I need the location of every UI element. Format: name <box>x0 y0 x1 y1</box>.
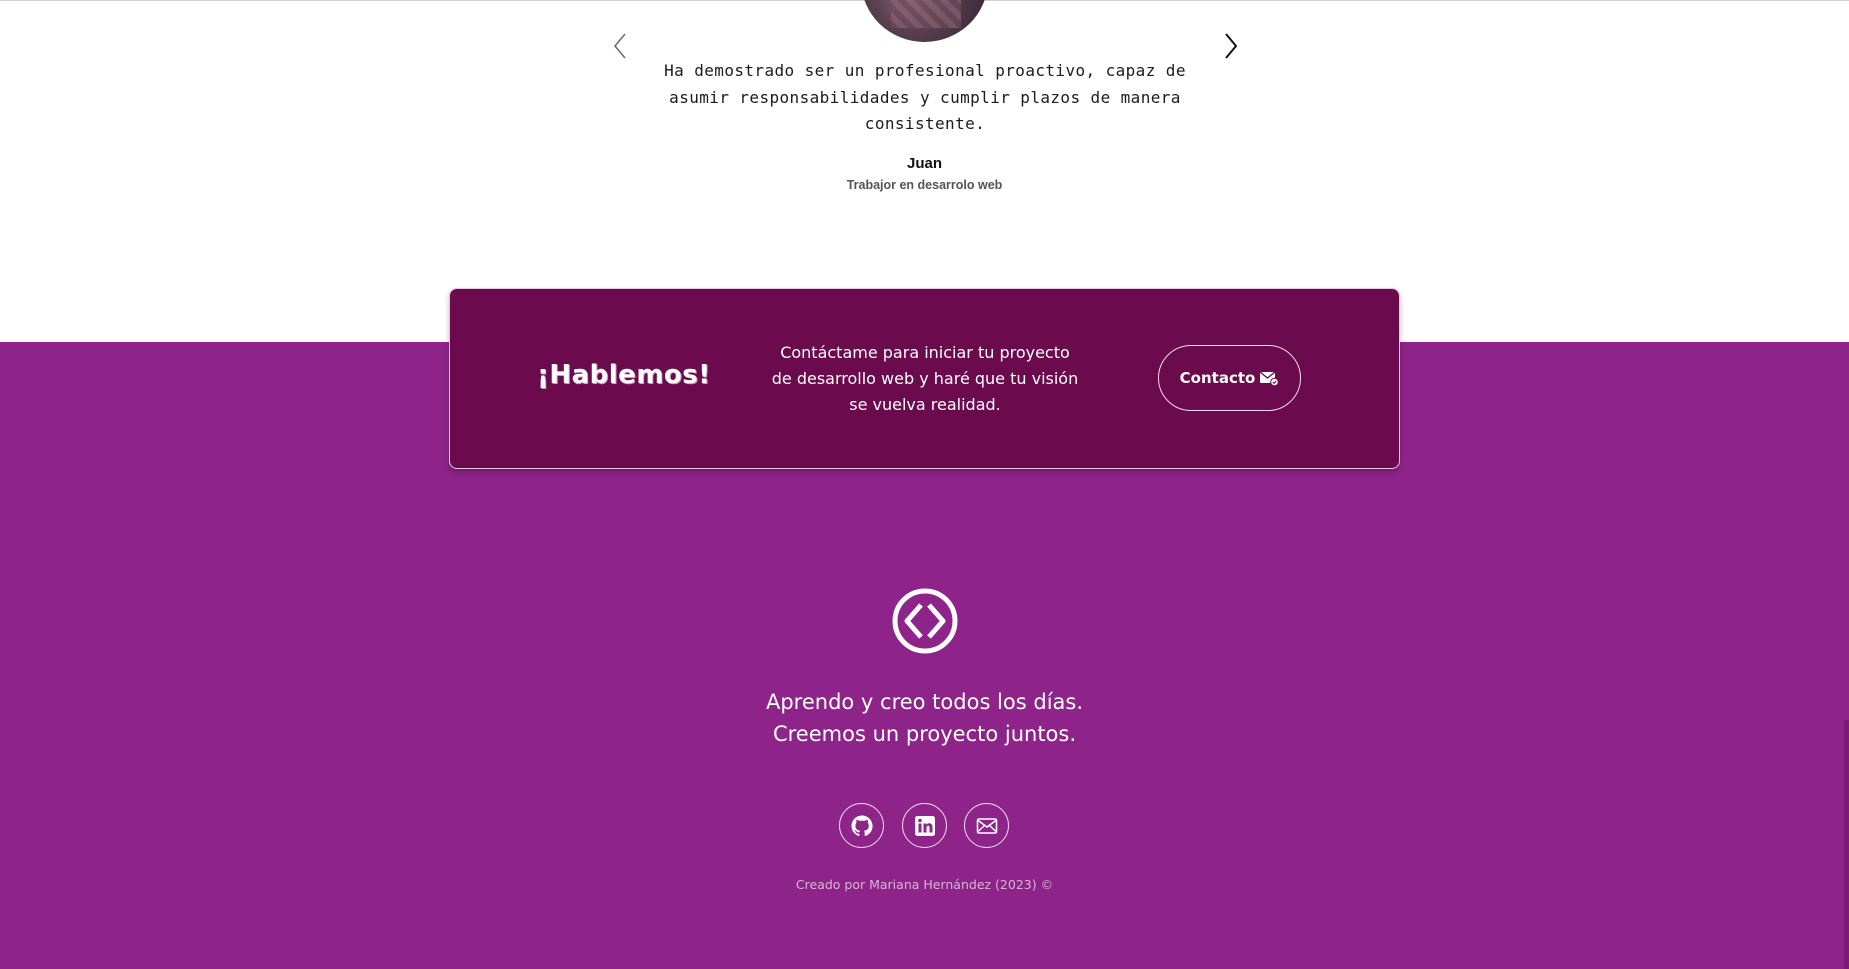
testimonial-quote: Ha demostrado ser un profesional proacti… <box>664 61 1186 133</box>
carousel-next-button[interactable] <box>1218 30 1242 62</box>
tagline-line-2: Creemos un proyecto juntos. <box>772 722 1077 746</box>
cta-title: ¡Hablemos! <box>537 360 711 390</box>
linkedin-link[interactable] <box>902 803 947 848</box>
code-icon <box>892 588 958 654</box>
contact-button[interactable]: Contacto <box>1158 345 1301 411</box>
footer-tagline: Aprendo y creo todos los días. Creemos u… <box>0 686 1849 750</box>
testimonial-author: Juan <box>906 155 942 172</box>
email-link[interactable] <box>964 803 1009 848</box>
github-icon <box>851 815 873 836</box>
scrollbar[interactable] <box>1844 720 1849 969</box>
cta-description: Contáctame para iniciar tu proyecto de d… <box>771 343 1079 414</box>
testimonial-avatar <box>861 0 988 42</box>
github-link[interactable] <box>839 803 884 848</box>
envelope-icon <box>1259 371 1280 387</box>
tagline-line-1: Aprendo y creo todos los días. <box>765 690 1084 714</box>
chevron-left-icon <box>613 33 626 59</box>
carousel-prev-button[interactable] <box>609 30 633 62</box>
email-icon <box>976 817 997 834</box>
linkedin-icon <box>914 815 935 836</box>
chevron-right-icon <box>1225 33 1238 59</box>
testimonial-role: Trabajor en desarrolo web <box>846 178 1003 192</box>
footer-credits: Creado por Mariana Hernández (2023) © <box>795 877 1054 892</box>
contact-button-label: Contacto <box>1179 369 1256 387</box>
